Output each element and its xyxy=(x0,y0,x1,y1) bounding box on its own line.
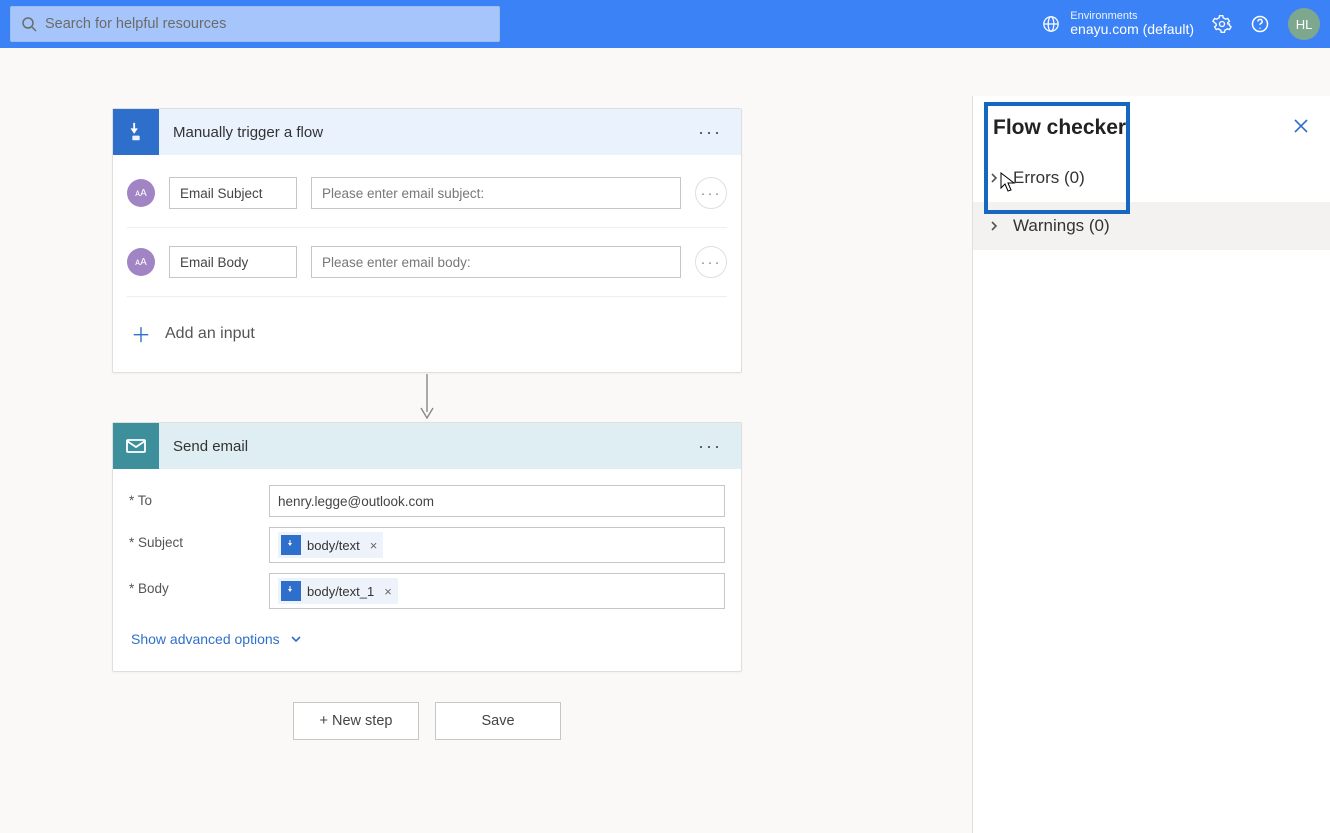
chevron-right-icon xyxy=(985,220,1003,232)
trigger-param-row: ᴀA Email Subject Please enter email subj… xyxy=(127,159,727,228)
advanced-label: Show advanced options xyxy=(131,631,280,647)
globe-icon xyxy=(1042,15,1060,33)
dynamic-token[interactable]: body/text_1 × xyxy=(278,578,398,604)
close-icon[interactable] xyxy=(1292,117,1310,140)
token-remove[interactable]: × xyxy=(384,584,392,599)
flow-checker-title: Flow checker xyxy=(993,116,1126,140)
token-icon xyxy=(281,535,301,555)
plus-icon: ＋ xyxy=(131,319,151,348)
gear-icon[interactable] xyxy=(1212,14,1232,34)
trigger-title: Manually trigger a flow xyxy=(173,124,691,141)
text-param-icon: ᴀA xyxy=(127,179,155,207)
to-label: * To xyxy=(129,485,269,508)
param-name-field[interactable]: Email Subject xyxy=(169,177,297,209)
save-button[interactable]: Save xyxy=(435,702,561,740)
action-header[interactable]: Send email ··· xyxy=(113,423,741,469)
errors-label: Errors (0) xyxy=(1013,168,1085,188)
environment-picker[interactable]: Environments enayu.com (default) xyxy=(1042,10,1194,37)
param-value-field[interactable]: Please enter email subject: xyxy=(311,177,681,209)
top-bar: Environments enayu.com (default) HL xyxy=(0,0,1330,48)
action-card: Send email ··· * To henry.legge@outlook.… xyxy=(112,422,742,672)
action-title: Send email xyxy=(173,438,691,455)
to-input[interactable]: henry.legge@outlook.com xyxy=(269,485,725,517)
trigger-menu-button[interactable]: ··· xyxy=(691,117,729,147)
warnings-label: Warnings (0) xyxy=(1013,216,1110,236)
topbar-right: Environments enayu.com (default) HL xyxy=(1042,8,1320,40)
warnings-row[interactable]: Warnings (0) xyxy=(973,202,1330,250)
flow-canvas: Manually trigger a flow ··· ᴀA Email Sub… xyxy=(0,48,1330,833)
param-name-field[interactable]: Email Body xyxy=(169,246,297,278)
bottom-buttons: + New step Save xyxy=(112,702,742,740)
environment-name: enayu.com (default) xyxy=(1070,22,1194,37)
flow-checker-panel: Flow checker Errors (0) Warnings (0) xyxy=(972,96,1330,833)
token-label: body/text_1 xyxy=(307,584,374,599)
add-input-button[interactable]: ＋ Add an input xyxy=(127,297,727,372)
add-input-label: Add an input xyxy=(165,325,255,343)
search-icon xyxy=(21,16,37,32)
action-menu-button[interactable]: ··· xyxy=(691,431,729,461)
token-remove[interactable]: × xyxy=(370,538,378,553)
show-advanced-options[interactable]: Show advanced options xyxy=(129,619,725,663)
body-label: * Body xyxy=(129,573,269,596)
subject-input[interactable]: body/text × xyxy=(269,527,725,563)
errors-row[interactable]: Errors (0) xyxy=(973,154,1330,202)
trigger-icon xyxy=(113,109,159,155)
trigger-param-row: ᴀA Email Body Please enter email body: ·… xyxy=(127,228,727,297)
subject-label: * Subject xyxy=(129,527,269,550)
trigger-card: Manually trigger a flow ··· ᴀA Email Sub… xyxy=(112,108,742,373)
token-icon xyxy=(281,581,301,601)
chevron-down-icon xyxy=(290,633,302,645)
connector-arrow xyxy=(419,374,435,420)
new-step-button[interactable]: + New step xyxy=(293,702,419,740)
search-box[interactable] xyxy=(10,6,500,42)
text-param-icon: ᴀA xyxy=(127,248,155,276)
help-icon[interactable] xyxy=(1250,14,1270,34)
trigger-header[interactable]: Manually trigger a flow ··· xyxy=(113,109,741,155)
chevron-right-icon xyxy=(985,172,1003,184)
avatar[interactable]: HL xyxy=(1288,8,1320,40)
param-menu-button[interactable]: ··· xyxy=(695,177,727,209)
body-input[interactable]: body/text_1 × xyxy=(269,573,725,609)
search-input[interactable] xyxy=(45,16,489,32)
param-menu-button[interactable]: ··· xyxy=(695,246,727,278)
mail-icon xyxy=(113,423,159,469)
environment-label: Environments xyxy=(1070,10,1194,22)
token-label: body/text xyxy=(307,538,360,553)
param-value-field[interactable]: Please enter email body: xyxy=(311,246,681,278)
dynamic-token[interactable]: body/text × xyxy=(278,532,383,558)
